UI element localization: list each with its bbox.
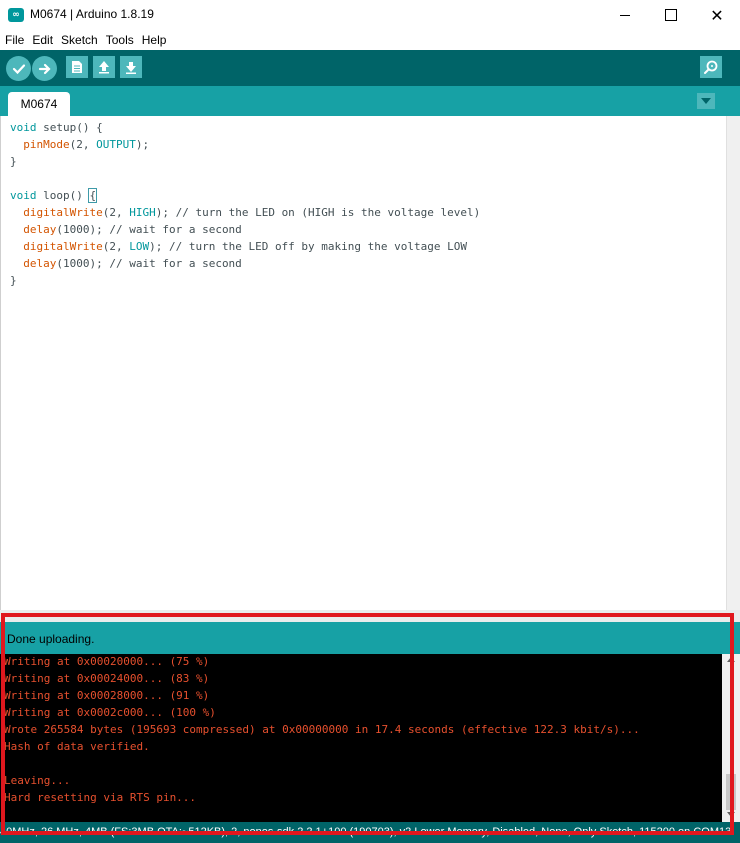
menu-help[interactable]: Help [138,30,171,50]
menu-edit[interactable]: Edit [28,30,57,50]
arduino-logo-icon: ∞ [8,8,24,22]
board-info-text: 40MHz, 26 MHz, 4MB (FS:3MB OTA:~512KB), … [0,826,732,838]
close-icon: ✕ [710,5,724,25]
scroll-down-icon[interactable] [727,812,735,817]
scroll-up-icon[interactable] [727,657,735,662]
code-line-3: } [10,155,17,168]
verify-icon [12,63,25,74]
new-sketch-icon [72,61,82,73]
save-sketch-icon [126,62,136,74]
tab-bar: M0674 [0,86,740,116]
menu-sketch[interactable]: Sketch [57,30,102,50]
serial-monitor-button[interactable] [700,56,722,78]
console-line: Wrote 265584 bytes (195693 compressed) a… [4,723,640,736]
editor-scrollbar[interactable] [726,116,740,610]
console-output[interactable]: Writing at 0x00020000... (75 %) Writing … [0,654,722,822]
status-message: Done uploading. [7,632,95,646]
code-line-10: } [10,274,17,287]
minimize-button[interactable] [602,0,648,30]
console-line: Leaving... [4,774,71,787]
open-sketch-button[interactable] [93,56,115,78]
console-line: Writing at 0x0002c000... (100 %) [4,706,216,719]
code-line-7: delay(1000); // wait for a second [23,223,242,236]
menu-bar: File Edit Sketch Tools Help [0,30,740,50]
console-line: Hard resetting via RTS pin... [4,791,197,804]
board-info-bar: 40MHz, 26 MHz, 4MB (FS:3MB OTA:~512KB), … [0,822,740,843]
console-scroll-thumb[interactable] [726,774,736,810]
window-title: M0674 | Arduino 1.8.19 [30,7,154,21]
code-line-9: delay(1000); // wait for a second [23,257,242,270]
menu-tools[interactable]: Tools [102,30,138,50]
code-line-8: digitalWrite(2, LOW); // turn the LED of… [23,240,467,253]
open-sketch-icon [99,61,109,74]
console-line: Writing at 0x00028000... (91 %) [4,689,210,702]
serial-monitor-icon [704,60,718,74]
code-line-6: digitalWrite(2, HIGH); // turn the LED o… [23,206,481,219]
console-line: Writing at 0x00020000... (75 %) [4,655,210,668]
title-bar: ∞ M0674 | Arduino 1.8.19 ✕ [0,0,740,30]
code-line-1: void setup() { [10,121,103,134]
save-sketch-button[interactable] [120,56,142,78]
upload-button[interactable] [32,56,57,81]
tab-sketch[interactable]: M0674 [8,92,70,116]
code-line-5: void loop() { [10,188,98,203]
code-editor[interactable]: void setup() { pinMode(2, OUTPUT); } voi… [0,116,726,610]
console-line: Writing at 0x00024000... (83 %) [4,672,210,685]
console-scrollbar[interactable] [722,654,740,822]
menu-file[interactable]: File [1,30,28,50]
console-line: Hash of data verified. [4,740,150,753]
verify-button[interactable] [6,56,31,81]
toolbar [0,50,740,86]
close-button[interactable]: ✕ [694,0,740,30]
code-line-2: pinMode(2, OUTPUT); [23,138,150,151]
panel-divider[interactable] [0,610,740,622]
new-sketch-button[interactable] [66,56,88,78]
status-bar: Done uploading. [0,622,740,654]
upload-icon [38,63,51,74]
tab-menu-button[interactable] [697,93,715,109]
maximize-button[interactable] [648,0,694,30]
